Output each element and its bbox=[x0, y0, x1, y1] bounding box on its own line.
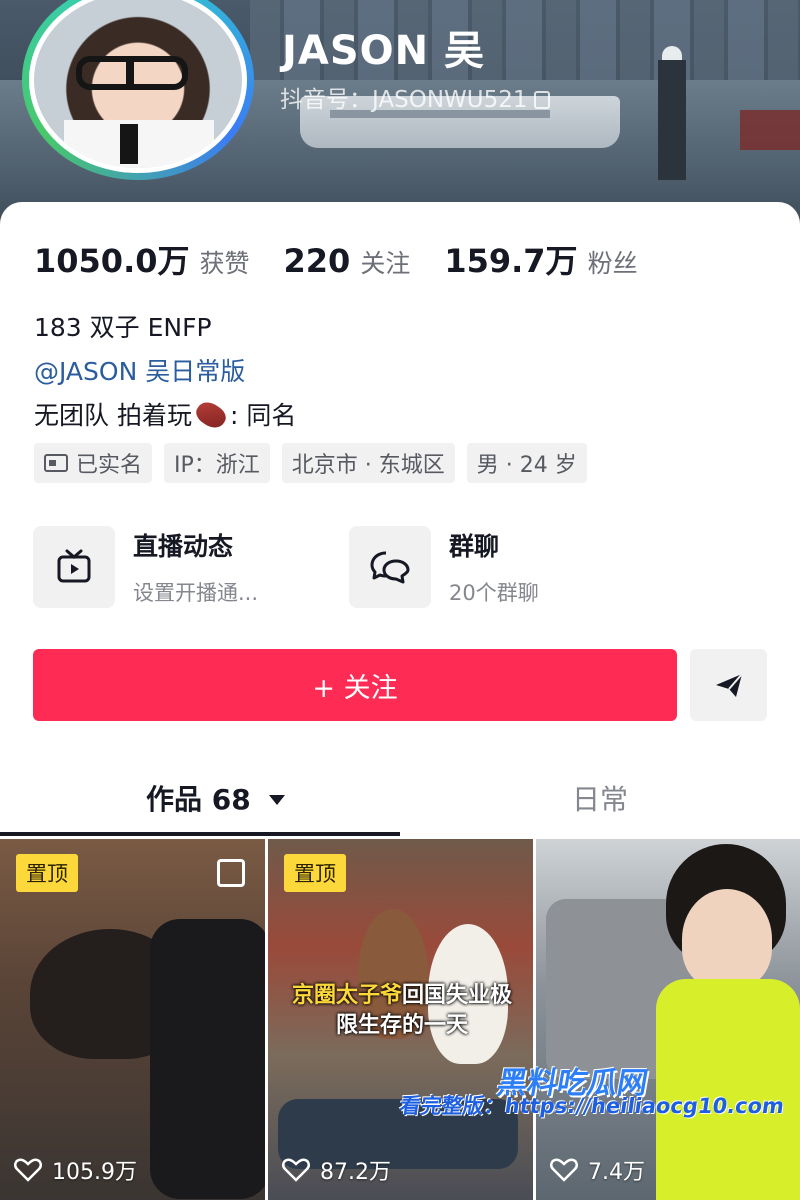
video-card[interactable]: 置顶 京圈太子爷回国失业极限生存的一天 87.2万 bbox=[268, 839, 533, 1200]
group-chat-feature[interactable]: 群聊 20个群聊 bbox=[349, 526, 539, 608]
avatar-glasses bbox=[76, 56, 188, 90]
profile-tags: 已实名 IP：浙江 北京市 · 东城区 男 · 24 岁 bbox=[34, 443, 599, 483]
stat-following-label: 关注 bbox=[360, 249, 411, 278]
watermark-url: 看完整版：https://heiliaocg10.com bbox=[398, 1094, 786, 1118]
tab-works[interactable]: 作品 68 bbox=[146, 778, 286, 818]
bio-link[interactable]: @JASON 吴日常版 bbox=[34, 350, 296, 394]
live-feature-title: 直播动态 bbox=[133, 532, 234, 561]
pinned-badge: 置顶 bbox=[16, 854, 78, 892]
stat-likes-count: 1050.0万 bbox=[34, 242, 190, 280]
follow-button[interactable]: + 关注 bbox=[33, 649, 677, 721]
active-tab-indicator bbox=[0, 832, 400, 836]
banner-pier bbox=[658, 46, 686, 180]
send-icon bbox=[715, 673, 743, 697]
stat-following[interactable]: 220 关注 bbox=[284, 242, 411, 280]
video-grid: 置顶 105.9万 置顶 京圈太子爷回国失业极限生存的一天 87.2万 7.4万 bbox=[0, 839, 800, 1200]
tag-ip-label: IP：浙江 bbox=[174, 453, 260, 478]
video-card[interactable]: 置顶 105.9万 bbox=[0, 839, 265, 1200]
stat-followers-count: 159.7万 bbox=[444, 242, 578, 280]
id-card-icon bbox=[44, 454, 68, 472]
multi-image-icon bbox=[217, 859, 245, 887]
stat-followers[interactable]: 159.7万 粉丝 bbox=[444, 236, 637, 282]
douyin-id[interactable]: 抖音号：JASONWU521 bbox=[280, 80, 550, 114]
tag-location-label: 北京市 · 东城区 bbox=[291, 453, 445, 478]
stat-likes[interactable]: 1050.0万 获赞 bbox=[34, 236, 250, 282]
heart-icon bbox=[282, 1158, 310, 1182]
bio-line-3: 无团队 拍着玩 : 同名 bbox=[34, 394, 296, 438]
video-likes-count: 7.4万 bbox=[588, 1160, 645, 1185]
video-likes-count: 87.2万 bbox=[320, 1160, 391, 1185]
group-chat-subtitle: 20个群聊 bbox=[449, 581, 539, 605]
dropdown-triangle-icon[interactable] bbox=[268, 793, 286, 807]
video-caption: 京圈太子爷回国失业极限生存的一天 bbox=[286, 981, 518, 1041]
live-tv-icon bbox=[57, 549, 91, 583]
live-feature-subtitle: 设置开播通... bbox=[133, 581, 259, 605]
live-feature-texts: 直播动态 设置开播通... bbox=[133, 527, 258, 607]
stat-following-count: 220 bbox=[283, 242, 351, 280]
bio-line-1: 183 双子 ENFP bbox=[34, 313, 212, 342]
video-likes: 87.2万 bbox=[282, 1154, 391, 1186]
sweet-potato-emoji-icon bbox=[192, 397, 230, 433]
tag-verified[interactable]: 已实名 bbox=[34, 443, 153, 483]
heart-icon bbox=[550, 1158, 578, 1182]
tag-location[interactable]: 北京市 · 东城区 bbox=[281, 443, 455, 483]
video-likes: 105.9万 bbox=[14, 1154, 137, 1186]
avatar-tie bbox=[120, 124, 138, 164]
bio: 183 双子 ENFP @JASON 吴日常版 无团队 拍着玩 : 同名 bbox=[34, 306, 296, 438]
tag-gender-age: 男 · 24 岁 bbox=[466, 443, 587, 483]
group-chat-icon bbox=[370, 551, 410, 584]
stat-followers-label: 粉丝 bbox=[587, 249, 638, 278]
tag-ip: IP：浙江 bbox=[164, 443, 270, 483]
pinned-badge: 置顶 bbox=[284, 854, 346, 892]
share-button[interactable] bbox=[690, 649, 767, 721]
live-icon-box bbox=[33, 526, 115, 608]
banner-red-boat bbox=[740, 110, 800, 150]
profile-card: 1050.0万 获赞 220 关注 159.7万 粉丝 183 双子 ENFP … bbox=[0, 202, 800, 1200]
avatar-image bbox=[34, 0, 242, 168]
video-person-face bbox=[682, 889, 772, 989]
video-caption-highlight: 京圈太子爷 bbox=[291, 983, 402, 1008]
profile-name: JASON 吴 bbox=[282, 28, 486, 74]
avatar-frame bbox=[29, 0, 247, 173]
video-likes-count: 105.9万 bbox=[52, 1160, 137, 1185]
group-chat-texts: 群聊 20个群聊 bbox=[449, 527, 539, 607]
live-feature[interactable]: 直播动态 设置开播通... bbox=[33, 526, 258, 608]
video-card[interactable]: 7.4万 bbox=[536, 839, 800, 1200]
video-likes: 7.4万 bbox=[550, 1154, 645, 1186]
tag-gender-age-label: 男 · 24 岁 bbox=[476, 453, 577, 478]
stats-row: 1050.0万 获赞 220 关注 159.7万 粉丝 bbox=[34, 236, 672, 282]
copy-icon[interactable] bbox=[533, 91, 550, 109]
douyin-id-text: 抖音号：JASONWU521 bbox=[280, 87, 528, 113]
stat-likes-label: 获赞 bbox=[199, 249, 250, 278]
video-person-body bbox=[150, 919, 265, 1199]
heart-icon bbox=[14, 1158, 42, 1182]
avatar-shirt bbox=[64, 120, 214, 168]
bio-line-3-suffix: : 同名 bbox=[229, 401, 297, 430]
group-chat-icon-box bbox=[349, 526, 431, 608]
tag-verified-label: 已实名 bbox=[76, 453, 143, 478]
tab-daily[interactable]: 日常 bbox=[572, 778, 628, 818]
content-tabs: 作品 68 日常 bbox=[0, 770, 800, 840]
tab-works-label: 作品 68 bbox=[146, 783, 251, 816]
bio-line-3-text: 无团队 拍着玩 bbox=[34, 401, 192, 430]
group-chat-title: 群聊 bbox=[449, 532, 500, 561]
